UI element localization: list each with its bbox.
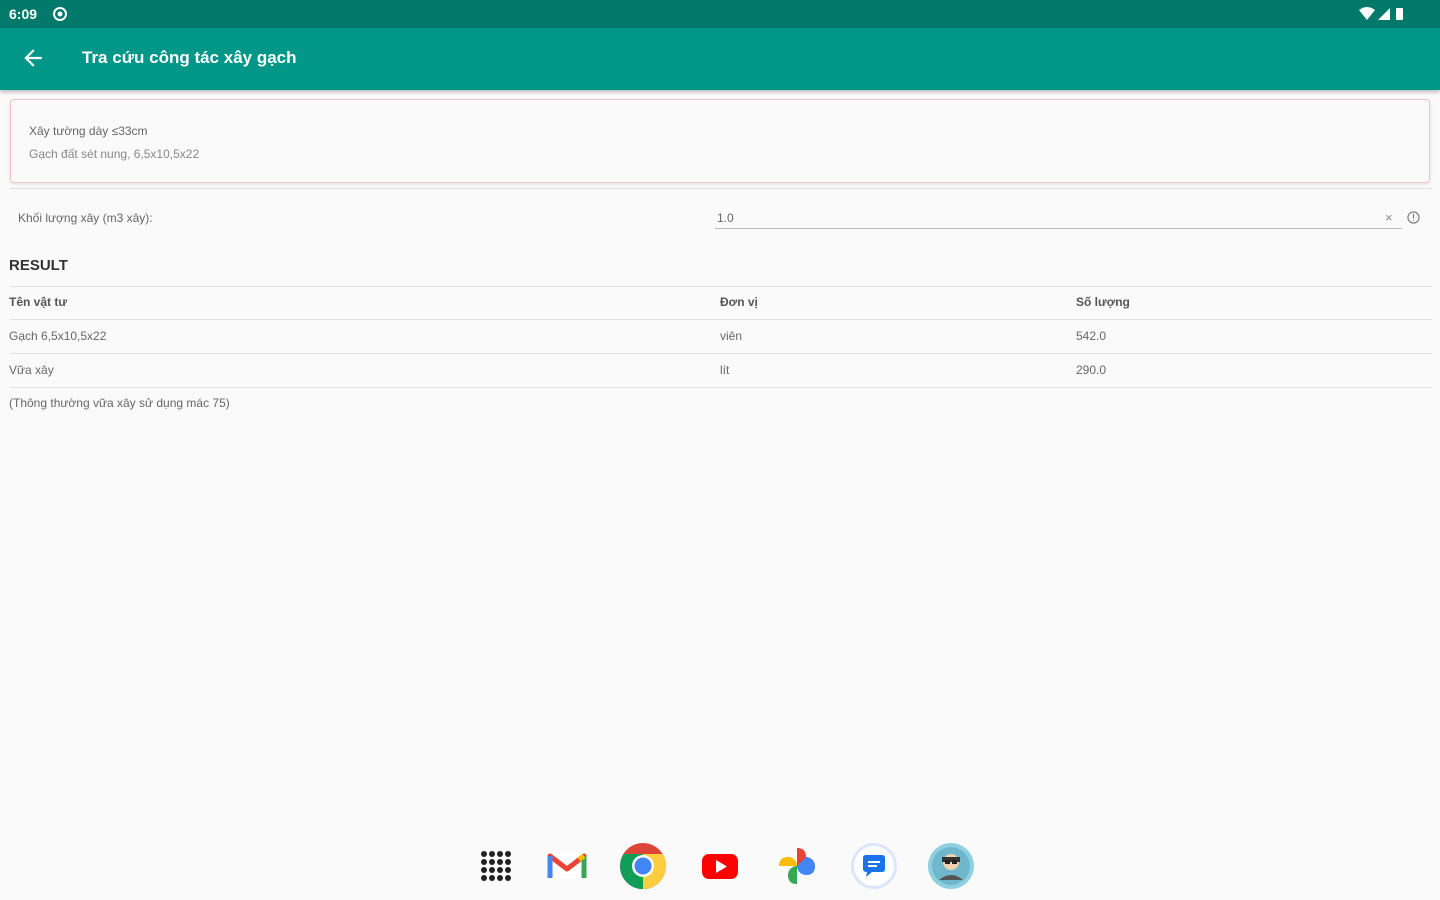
- notification-icon: [53, 7, 67, 21]
- battery-icon: [1396, 8, 1403, 20]
- info-icon[interactable]: [1407, 211, 1420, 224]
- app-bar: Tra cứu công tác xây gạch: [0, 28, 1440, 90]
- result-heading: RESULT: [9, 257, 68, 274]
- cell-unit: lít: [720, 363, 730, 377]
- work-item-material: Gạch đất sét nung, 6,5x10,5x22: [29, 147, 200, 161]
- system-status-icons: [1359, 7, 1403, 20]
- mortar-note: (Thông thường vữa xây sử dụng mác 75): [9, 396, 230, 410]
- clear-icon[interactable]: ×: [1385, 210, 1393, 225]
- status-bar: 6:09: [0, 0, 1440, 28]
- app-drawer-icon[interactable]: [472, 842, 520, 890]
- divider: [10, 188, 1432, 189]
- signal-icon: [1378, 8, 1390, 20]
- cell-quantity: 290.0: [1076, 363, 1107, 377]
- column-header-unit: Đơn vị: [720, 295, 758, 309]
- wifi-icon: [1359, 7, 1375, 20]
- status-time: 6:09: [9, 6, 38, 22]
- photos-icon[interactable]: [773, 842, 821, 890]
- volume-input[interactable]: [715, 208, 1402, 229]
- table-row: Vữa xây lít 290.0: [0, 354, 1440, 386]
- gmail-icon[interactable]: [543, 842, 591, 890]
- table-header: Tên vật tư Đơn vị Số lượng: [0, 286, 1440, 318]
- work-item-name: Xây tường dày ≤33cm: [29, 124, 148, 138]
- profile-avatar-icon[interactable]: [927, 842, 975, 890]
- cell-quantity: 542.0: [1076, 329, 1107, 343]
- cell-material: Gạch 6,5x10,5x22: [9, 329, 107, 343]
- page-title: Tra cứu công tác xây gạch: [82, 48, 297, 67]
- volume-label: Khối lượng xây (m3 xây):: [18, 211, 153, 225]
- work-item-card: Xây tường dày ≤33cm Gạch đất sét nung, 6…: [10, 99, 1430, 183]
- youtube-icon[interactable]: [696, 842, 744, 890]
- divider: [10, 387, 1432, 388]
- cell-material: Vữa xây: [9, 363, 54, 377]
- chrome-icon[interactable]: [619, 842, 667, 890]
- column-header-quantity: Số lượng: [1076, 295, 1130, 309]
- column-header-material: Tên vật tư: [9, 295, 68, 309]
- back-arrow-icon[interactable]: [20, 45, 46, 71]
- messages-icon[interactable]: [850, 842, 898, 890]
- cell-unit: viên: [720, 329, 743, 343]
- table-row: Gạch 6,5x10,5x22 viên 542.0: [0, 320, 1440, 352]
